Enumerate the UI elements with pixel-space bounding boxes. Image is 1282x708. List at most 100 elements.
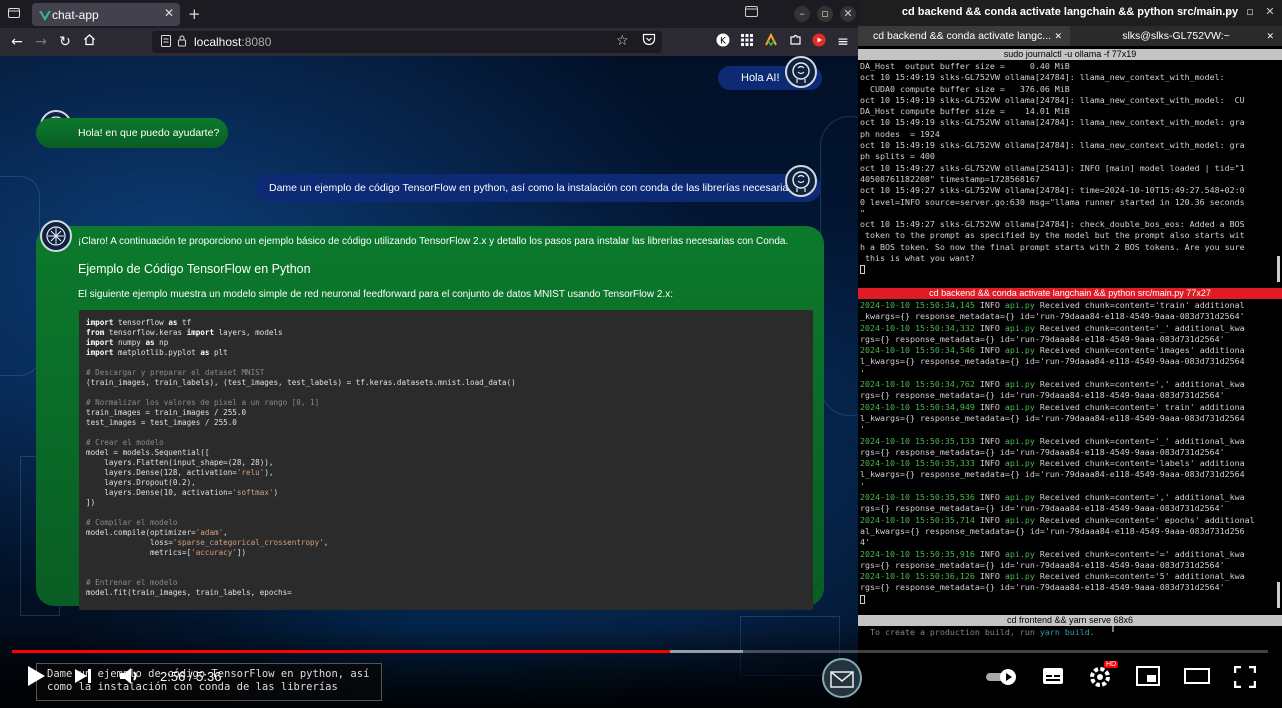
log-line: DA_Host compute buffer size = 14.01 MiB [860,106,1070,117]
pane2-scrollbar[interactable] [1277,582,1280,608]
log-line-continued: rgs={} response_metadata={} id='run-79da… [860,446,1225,457]
code-line: loss='sparse_categorical_crossentropy', [86,538,329,547]
address-bar[interactable]: localhost:8080 ☆ [152,31,662,53]
pane1-scrollbar[interactable] [1277,256,1280,282]
tab-close-icon[interactable]: ✕ [164,6,174,20]
terminal-tab-backend[interactable]: cd backend && conda activate langc... ✕ [858,26,1070,46]
code-block[interactable]: import tensorflow as tf from tensorflow.k… [79,310,813,610]
user-avatar-brain-icon [785,165,817,197]
tab-list-icon[interactable] [6,6,22,22]
pane1-output[interactable]: DA_Host output buffer size = 0.40 MiB oct… [860,61,1274,283]
terminal-tab-home[interactable]: slks@slks-GL752VW:~ ✕ [1070,26,1282,46]
pocket-icon[interactable] [640,33,658,51]
terminal-window: cd backend && conda activate langchain &… [858,0,1282,708]
code-line: metrics=['accuracy']) [86,548,247,557]
code-line: test_images = test_images / 255.0 [86,418,237,427]
extension-2-icon[interactable] [762,32,780,51]
log-line-continued: 4' [860,537,870,548]
close-window-icon[interactable]: ✕ [840,6,856,22]
bookmark-star-icon[interactable]: ☆ [616,33,629,49]
code-line: # Compilar el modelo [86,518,178,527]
home-icon[interactable] [80,33,98,51]
extension-1-icon[interactable]: K [714,33,732,51]
youtube-extension-icon[interactable] [810,33,828,51]
maximize-icon[interactable]: ▫ [817,6,833,22]
vue-logo-icon [39,7,51,21]
code-line: from tensorflow.keras import layers, mod… [86,328,283,337]
autoplay-toggle[interactable] [984,667,1020,687]
code-line: layers.Dense(128, activation='relu'), [86,468,274,477]
pane2-output[interactable]: 2024-10-10 15:50:34,145 INFO api.py Rece… [860,300,1274,610]
code-line: layers.Dropout(0.2), [86,478,196,487]
log-line: oct 10 15:49:27 slks-GL752VW ollama[2478… [860,185,1245,196]
log-line: token to the prompt as specified by the … [860,230,1245,241]
browser-tab-chat-app[interactable]: chat-app ✕ [32,3,180,26]
log-line: oct 10 15:49:19 slks-GL752VW ollama[2478… [860,94,1245,105]
log-line-continued: rgs={} response_metadata={} id='run-79da… [860,390,1225,401]
volume-icon[interactable] [118,664,142,688]
play-icon[interactable] [24,664,48,688]
floating-mail-icon[interactable] [822,658,862,698]
log-line: 2024-10-10 15:50:35,536 INFO api.py Rece… [860,492,1245,503]
theater-mode-icon[interactable] [1184,667,1210,685]
log-line: oct 10 15:49:19 slks-GL752VW ollama[2478… [860,117,1245,128]
terminal-close-icon[interactable]: ✕ [1262,4,1278,20]
log-line: 2024-10-10 15:50:34,762 INFO api.py Rece… [860,379,1245,390]
terminal-minimize-icon[interactable]: – [1222,4,1238,20]
terminal-cursor [860,594,1274,605]
log-line: ph splits = 400 [860,151,935,162]
log-line: 2024-10-10 15:50:34,332 INFO api.py Rece… [860,322,1245,333]
log-line: DA_Host output buffer size = 0.40 MiB [860,61,1070,71]
log-line: 2024-10-10 15:50:35,714 INFO api.py Rece… [860,514,1255,525]
log-line: h a BOS token. So now the final prompt s… [860,241,1245,252]
subtitles-icon[interactable] [1042,667,1064,687]
page-info-icon[interactable] [160,34,172,51]
code-line: (train_images, train_labels), (test_imag… [86,378,516,387]
pane3-header[interactable]: cd frontend && yarn serve 68x6 [858,615,1282,626]
log-line: 2024-10-10 15:50:34,546 INFO api.py Rece… [860,345,1245,356]
log-line-continued: ' [860,367,865,378]
reload-icon[interactable]: ↻ [56,33,74,51]
menu-hamburger-icon[interactable]: ≡ [834,33,852,51]
video-progress-bar[interactable] [12,650,1268,653]
code-line: ]) [86,498,96,507]
fullscreen-icon[interactable] [1233,665,1257,689]
hd-badge: HD [1104,661,1119,668]
browser-navbar: ← → ↻ localhost:8080 ☆ K ≡ [0,28,858,56]
code-line: layers.Flatten(input_shape=(28, 28)), [86,458,274,467]
pane2-header[interactable]: cd backend && conda activate langchain &… [858,288,1282,299]
next-icon[interactable] [72,666,94,686]
tab-overview-icon[interactable] [743,6,759,22]
apps-grid-icon[interactable] [738,33,756,51]
ai-message: Hola! en que puedo ayudarte? [36,118,228,148]
terminal-tab-close-icon[interactable]: ✕ [1054,26,1062,46]
log-line: 2024-10-10 15:50:35,333 INFO api.py Rece… [860,458,1245,469]
new-tab-icon[interactable]: + [188,5,201,23]
terminal-tab-close-icon[interactable]: ✕ [1266,26,1274,46]
circuit-decoration [0,176,40,376]
url-text: localhost:8080 [194,35,272,49]
log-line-continued: l_kwargs={} response_metadata={} id='run… [860,412,1245,423]
settings-gear-icon[interactable]: HD [1088,661,1119,689]
back-icon[interactable]: ← [8,33,26,51]
pane1-title: sudo journalctl -u ollama -f 77x19 [1003,49,1137,59]
log-line: 0 level=INFO source=server.go:630 msg="l… [860,196,1245,207]
pane1-header[interactable]: sudo journalctl -u ollama -f 77x19 [858,49,1282,60]
minimize-icon[interactable]: – [794,6,810,22]
code-line: import numpy as np [86,338,169,347]
log-line: 2024-10-10 15:50:34,145 INFO api.py Rece… [860,300,1245,310]
forward-icon[interactable]: → [32,33,50,51]
terminal-maximize-icon[interactable]: ▫ [1242,4,1258,20]
user-message: Dame un ejemplo de código TensorFlow en … [255,174,821,202]
extensions-puzzle-icon[interactable] [786,33,804,51]
permissions-icon[interactable] [176,34,188,51]
code-line: # Normalizar los valores de pixel a un r… [86,398,320,407]
browser-window: chat-app ✕ + – ▫ ✕ ← → ↻ localhost:8080 … [0,0,858,708]
code-line: import tensorflow as tf [86,318,192,327]
log-line: oct 10 15:49:27 slks-GL752VW ollama[2541… [860,162,1245,173]
log-line-continued: rgs={} response_metadata={} id='run-79da… [860,333,1225,344]
browser-tabbar: chat-app ✕ + – ▫ ✕ [0,0,858,28]
miniplayer-icon[interactable] [1136,666,1160,686]
